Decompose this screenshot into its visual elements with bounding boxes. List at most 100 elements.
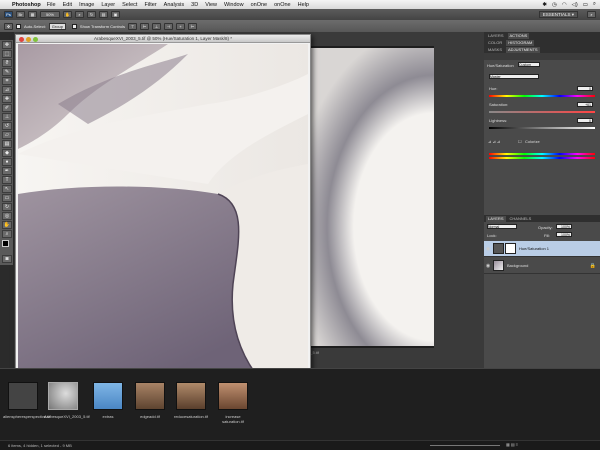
screen-mode-icon[interactable]: ▣: [111, 11, 120, 18]
saturation-value[interactable]: +61: [577, 102, 593, 107]
saturation-slider[interactable]: [489, 111, 595, 113]
minimize-window-icon[interactable]: [26, 37, 31, 42]
thumb-extras-folder[interactable]: [93, 382, 123, 410]
pen-tool-icon[interactable]: ✒: [2, 167, 12, 175]
clone-stamp-tool-icon[interactable]: ⊥: [2, 113, 12, 121]
align-bottom-icon[interactable]: ⊥: [152, 22, 162, 30]
menu-help[interactable]: Help: [298, 2, 309, 8]
eyedropper-icons[interactable]: ⊿ ⊿ ⊿: [488, 139, 500, 144]
spotlight-icon[interactable]: ⌕: [593, 1, 596, 8]
thumb-reducesaturation[interactable]: [176, 382, 206, 410]
volume-icon[interactable]: ◁): [572, 2, 578, 8]
hand-tool-icon-2[interactable]: ✋: [2, 221, 12, 229]
eyedropper-tool-icon[interactable]: ⊿: [2, 86, 12, 94]
move-tool-preset-icon[interactable]: ✥: [4, 22, 13, 30]
colorize-checkbox[interactable]: ☐: [518, 139, 522, 144]
menu-onone-1[interactable]: onOne: [251, 2, 268, 8]
menu-select[interactable]: Select: [122, 2, 137, 8]
document-title[interactable]: ArabesqueXVI_2003_5.tif @ 50% (Hue/Satur…: [16, 35, 310, 43]
opacity-value[interactable]: 100%: [556, 224, 572, 229]
tab-masks[interactable]: MASKS: [486, 47, 504, 53]
zoom-tool-icon[interactable]: ⌕: [75, 11, 84, 18]
quick-mask-icon[interactable]: ◙: [2, 255, 12, 263]
healing-brush-tool-icon[interactable]: ✚: [2, 95, 12, 103]
menu-file[interactable]: File: [47, 2, 56, 8]
bridge-button[interactable]: Br: [16, 11, 25, 18]
foreground-color-swatch[interactable]: [2, 240, 9, 247]
menu-window[interactable]: Window: [224, 2, 244, 8]
layer-mask-thumbnail[interactable]: [505, 243, 516, 254]
move-tool-icon[interactable]: ✥: [2, 41, 12, 49]
document-canvas[interactable]: [18, 44, 308, 377]
layer-row-hue-saturation[interactable]: ◉ Hue/Saturation 1: [484, 241, 600, 257]
fill-value[interactable]: 100%: [556, 232, 572, 237]
thumb-arabesque[interactable]: [48, 382, 78, 410]
menu-view[interactable]: View: [205, 2, 217, 8]
shape-tool-icon[interactable]: ▭: [2, 194, 12, 202]
tab-color[interactable]: COLOR: [486, 40, 504, 46]
tab-layers-top[interactable]: LAYERS: [486, 33, 506, 39]
auto-select-checkbox[interactable]: [16, 23, 21, 29]
battery-icon[interactable]: ▭: [583, 2, 588, 8]
workspace-switcher[interactable]: ESSENTIALS ▾: [538, 11, 578, 18]
visibility-eye-icon[interactable]: ◉: [484, 241, 492, 257]
hue-value[interactable]: 0: [577, 86, 593, 91]
tab-channels[interactable]: CHANNELS: [508, 216, 534, 222]
zoom-tool-icon-2[interactable]: ⌕: [2, 230, 12, 238]
menu-analysis[interactable]: Analysis: [164, 2, 184, 8]
brush-tool-icon[interactable]: ✐: [2, 104, 12, 112]
auto-select-dropdown[interactable]: Group: [48, 22, 66, 30]
bluetooth-icon[interactable]: ✱: [542, 2, 547, 8]
layer-row-background[interactable]: ◉ Background 🔒: [484, 258, 600, 274]
view-mode-icons[interactable]: ▦ ▤ ≡: [506, 442, 518, 447]
marquee-tool-icon[interactable]: ⬚: [2, 50, 12, 58]
3d-rotate-tool-icon[interactable]: ↻: [2, 203, 12, 211]
arrange-documents-icon[interactable]: ▤: [99, 11, 108, 18]
view-extras-icon[interactable]: ▦: [28, 11, 37, 18]
menu-onone-2[interactable]: onOne: [274, 2, 291, 8]
app-name[interactable]: Photoshop: [12, 2, 41, 8]
eraser-tool-icon[interactable]: ▱: [2, 131, 12, 139]
show-transform-checkbox[interactable]: [71, 23, 77, 29]
lightness-slider[interactable]: [489, 127, 595, 129]
menu-image[interactable]: Image: [79, 2, 94, 8]
hand-tool-icon[interactable]: ✋: [63, 11, 72, 18]
crop-tool-icon[interactable]: ⌗: [2, 77, 12, 85]
document-window[interactable]: ArabesqueXVI_2003_5.tif @ 50% (Hue/Satur…: [15, 34, 311, 384]
visibility-eye-icon[interactable]: ◉: [484, 258, 492, 274]
align-left-icon[interactable]: ⊣: [164, 22, 174, 30]
menu-filter[interactable]: Filter: [144, 2, 156, 8]
zoom-level[interactable]: 50%: [40, 11, 60, 18]
dodge-tool-icon[interactable]: ●: [2, 158, 12, 166]
zoom-window-icon[interactable]: [33, 37, 38, 42]
path-select-tool-icon[interactable]: ↖: [2, 185, 12, 193]
thumb-increase-saturation[interactable]: [218, 382, 248, 410]
menu-3d[interactable]: 3D: [191, 2, 198, 8]
search-help-icon[interactable]: ⌕: [587, 11, 596, 18]
lasso-tool-icon[interactable]: ϑ: [2, 59, 12, 67]
history-brush-tool-icon[interactable]: ↺: [2, 122, 12, 130]
3d-orbit-tool-icon[interactable]: ◎: [2, 212, 12, 220]
tab-actions[interactable]: ACTIONS: [507, 32, 530, 39]
align-center-icon[interactable]: +: [176, 22, 186, 30]
wifi-icon[interactable]: ◠: [562, 2, 567, 8]
lightness-value[interactable]: 0: [577, 118, 593, 123]
time-machine-icon[interactable]: ◷: [552, 2, 557, 8]
thumb-edgeadd[interactable]: [135, 382, 165, 410]
close-window-icon[interactable]: [19, 37, 24, 42]
tab-layers[interactable]: LAYERS: [486, 215, 506, 222]
quick-select-tool-icon[interactable]: ✎: [2, 68, 12, 76]
tab-histogram[interactable]: HISTOGRAM: [506, 39, 535, 46]
menu-layer[interactable]: Layer: [101, 2, 115, 8]
thumb-alienspheres[interactable]: [8, 382, 38, 410]
blend-mode-dropdown[interactable]: Normal: [487, 224, 517, 229]
tab-adjustments[interactable]: ADJUSTMENTS: [506, 46, 540, 53]
align-right-icon[interactable]: ⊢: [188, 22, 198, 30]
type-tool-icon[interactable]: T: [2, 176, 12, 184]
gradient-tool-icon[interactable]: ▤: [2, 140, 12, 148]
menu-edit[interactable]: Edit: [63, 2, 72, 8]
layer-name[interactable]: Background: [507, 263, 528, 268]
thumbnail-size-slider[interactable]: [430, 445, 500, 446]
align-top-icon[interactable]: ⊤: [128, 22, 138, 30]
layer-name[interactable]: Hue/Saturation 1: [519, 246, 549, 251]
